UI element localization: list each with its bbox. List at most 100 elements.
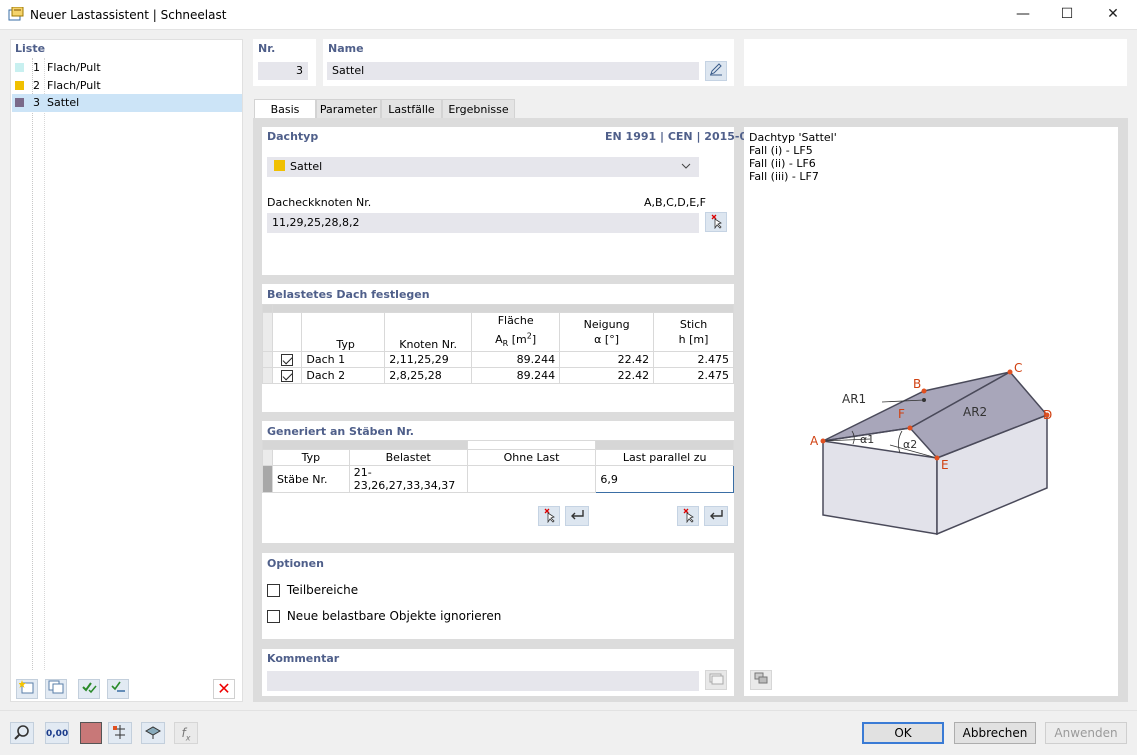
area-label-ar2: AR2 — [963, 405, 987, 419]
dachtyp-select[interactable]: Sattel — [267, 157, 699, 177]
cell-neigung: 22.42 — [559, 350, 655, 368]
info-line: Fall (iii) - LF7 — [749, 170, 819, 183]
col-parallel: Last parallel zu — [595, 449, 734, 466]
copy-item-icon[interactable] — [45, 679, 67, 699]
list-item-label: Flach/Pult — [47, 61, 101, 74]
color-icon[interactable] — [80, 722, 102, 744]
pick-parallel-icon[interactable] — [677, 506, 699, 526]
norm-label: EN 1991 | CEN | 2015-09 — [605, 130, 755, 143]
node-label-f: F — [898, 407, 905, 421]
nr-field: 3 — [258, 62, 308, 80]
tab-ergebnisse[interactable]: Ergebnisse — [442, 99, 515, 119]
list-item-selected[interactable]: 3 Sattel — [12, 94, 242, 112]
row-checkbox[interactable] — [281, 353, 294, 366]
tree-line-2 — [44, 58, 45, 670]
display-icon[interactable] — [141, 722, 165, 744]
help-search-icon[interactable] — [10, 722, 34, 744]
col-typ: Typ — [271, 449, 350, 466]
ignorieren-label: Neue belastbare Objekte ignorieren — [286, 609, 502, 623]
ok-button[interactable]: OK — [862, 722, 944, 744]
info-line: Fall (i) - LF5 — [749, 144, 813, 157]
col-flaeche: Fläche AR [m2] — [471, 312, 561, 352]
minimize-button[interactable]: — — [1000, 0, 1046, 30]
col-stich: Stich h [m] — [653, 312, 734, 352]
formula-icon[interactable]: fx — [174, 722, 198, 744]
teilbereiche-checkbox[interactable] — [267, 584, 280, 597]
col-flaeche-unit: AR [m2] — [495, 331, 537, 348]
dachtyp-selected-value: Sattel — [290, 160, 323, 173]
undo-parallel-icon[interactable] — [704, 506, 728, 526]
node-label-e: E — [941, 458, 949, 472]
node-label-d: D — [1043, 408, 1052, 422]
cell-belastet[interactable]: 21-23,26,27,33,34,37 — [348, 465, 468, 493]
nodes-label: Dacheckknoten Nr. — [267, 196, 372, 209]
ignorieren-checkbox[interactable] — [267, 610, 280, 623]
ignorieren-option[interactable]: Neue belastbare Objekte ignorieren — [267, 609, 501, 623]
description-panel — [744, 39, 1127, 86]
undo-ohne-last-icon[interactable] — [565, 506, 589, 526]
node-label-c: C — [1014, 361, 1022, 375]
pick-ohne-last-icon[interactable] — [538, 506, 560, 526]
list-item-label: Sattel — [47, 96, 80, 109]
cancel-button[interactable]: Abbrechen — [954, 722, 1036, 744]
close-button[interactable]: ✕ — [1090, 0, 1136, 30]
delete-icon[interactable]: ✕ — [213, 679, 235, 699]
app-icon — [8, 6, 24, 22]
area-label-ar1: AR1 — [842, 392, 866, 406]
cell-knoten: 2,11,25,29 — [384, 350, 473, 368]
col-belastet: Belastet — [348, 449, 468, 466]
col-neigung: Neigung α [°] — [559, 312, 655, 352]
row-checkbox[interactable] — [281, 369, 294, 382]
col-knoten: Knoten Nr. — [384, 312, 473, 352]
belastet-table: Typ Knoten Nr. Fläche AR [m2] Neigung α [°… — [261, 304, 734, 384]
cell-knoten: 2,8,25,28 — [384, 366, 473, 384]
tab-parameter[interactable]: Parameter — [316, 99, 381, 119]
apply-button[interactable]: Anwenden — [1045, 722, 1127, 744]
optionen-title: Optionen — [267, 557, 324, 570]
table-row[interactable]: Dach 2 2,8,25,28 89.244 22.42 2.475 — [261, 366, 734, 384]
generiert-title: Generiert an Stäben Nr. — [267, 425, 414, 438]
teilbereiche-option[interactable]: Teilbereiche — [267, 583, 358, 597]
name-label: Name — [328, 42, 364, 55]
check-toggle-icon[interactable] — [107, 679, 129, 699]
angle-label-a1: α1 — [860, 433, 874, 446]
col-neigung-line1: Neigung — [583, 317, 630, 331]
color-swatch — [15, 98, 24, 107]
color-swatch — [15, 63, 24, 72]
tab-basis[interactable]: Basis — [254, 99, 316, 119]
list-item-label: Flach/Pult — [47, 79, 101, 92]
maximize-button[interactable]: ☐ — [1044, 0, 1090, 30]
table-row[interactable]: Dach 1 2,11,25,29 89.244 22.42 2.475 — [261, 350, 734, 368]
color-swatch — [15, 81, 24, 90]
cell-flaeche: 89.244 — [471, 350, 561, 368]
structure-icon[interactable] — [108, 722, 132, 744]
nodes-hint: A,B,C,D,E,F — [644, 196, 706, 209]
chevron-down-icon — [681, 157, 691, 182]
list-item[interactable]: 2 Flach/Pult — [12, 77, 242, 95]
tree-line — [32, 58, 33, 670]
edit-name-icon[interactable] — [705, 61, 727, 81]
col-typ: Typ — [301, 312, 386, 352]
view-options-icon[interactable] — [750, 670, 772, 690]
kommentar-title: Kommentar — [267, 652, 340, 665]
table-row[interactable]: Stäbe Nr. 21-23,26,27,33,34,37 6,9 — [262, 465, 734, 493]
color-swatch — [274, 160, 285, 171]
pick-nodes-icon[interactable] — [705, 212, 727, 232]
col-stich-line2: h [m] — [678, 332, 709, 346]
cell-parallel[interactable]: 6,9 — [595, 465, 734, 493]
generiert-table: Typ Belastet Ohne Last Last parallel zu … — [262, 440, 734, 493]
cell-ohne-last[interactable] — [466, 465, 597, 493]
tab-lastfaelle[interactable]: Lastfälle — [381, 99, 442, 119]
cell-typ: Stäbe Nr. — [271, 465, 350, 493]
roof-diagram: A B C D E F AR1 AR2 α1 α2 — [810, 361, 1052, 536]
check-all-icon[interactable] — [78, 679, 100, 699]
col-neigung-line2: α [°] — [594, 332, 620, 346]
name-field[interactable]: Sattel — [327, 62, 699, 80]
new-item-icon[interactable] — [16, 679, 38, 699]
units-icon[interactable]: 0,00 — [45, 722, 69, 744]
kommentar-library-icon[interactable] — [705, 670, 727, 690]
nr-label: Nr. — [258, 42, 276, 55]
nodes-field[interactable]: 11,29,25,28,8,2 — [267, 213, 699, 233]
list-item[interactable]: 1 Flach/Pult — [12, 59, 242, 77]
kommentar-field[interactable] — [267, 671, 699, 691]
